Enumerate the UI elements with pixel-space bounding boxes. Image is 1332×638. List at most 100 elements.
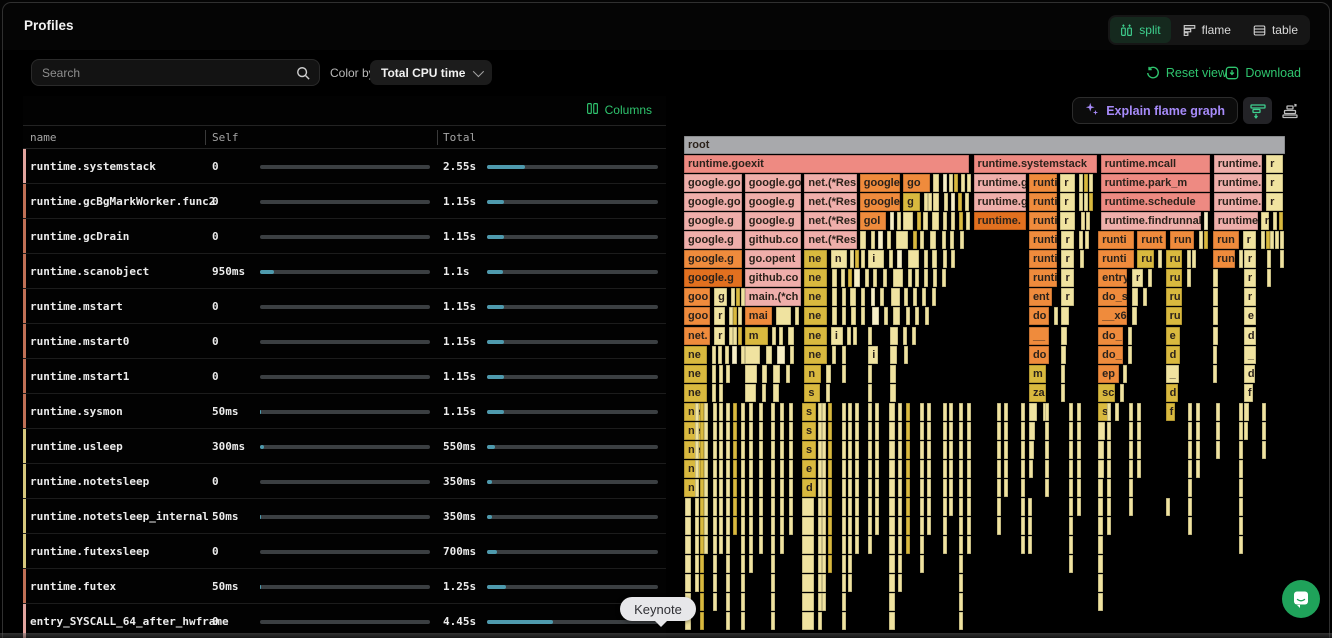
flame-cell[interactable] (890, 327, 898, 345)
flame-cell[interactable] (927, 460, 931, 478)
flame-cell[interactable] (700, 498, 704, 516)
flame-cell[interactable] (822, 460, 826, 478)
flame-cell[interactable] (780, 498, 784, 516)
flame-cell[interactable] (802, 536, 814, 554)
flame-cell[interactable] (927, 422, 931, 440)
flame-cell[interactable] (738, 307, 742, 325)
flame-cell-ne[interactable]: ne (804, 250, 827, 268)
flame-cell[interactable] (924, 269, 928, 287)
flame-cell[interactable] (958, 193, 962, 211)
table-row[interactable]: runtime.gcBgMarkWorker.func201.15s (23, 184, 666, 219)
flame-cell[interactable] (893, 269, 903, 287)
flame-cell[interactable] (842, 479, 846, 497)
flame-cell[interactable] (832, 269, 837, 287)
flame-cell[interactable] (700, 612, 704, 630)
flame-cell[interactable] (868, 327, 872, 345)
flame-cell[interactable] (704, 517, 708, 535)
flame-cell[interactable] (741, 517, 745, 535)
table-row[interactable]: runtime.mstart001.15s (23, 324, 666, 359)
flame-cell[interactable] (951, 250, 955, 268)
flame-cell[interactable] (1004, 422, 1008, 440)
flame-cell[interactable] (1021, 460, 1025, 478)
flame-cell[interactable] (713, 498, 717, 516)
flame-cell[interactable] (1029, 460, 1033, 478)
flame-cell[interactable] (726, 574, 730, 592)
flame-cell-do_[interactable]: do_ (1098, 346, 1123, 364)
flame-cell[interactable] (920, 555, 924, 573)
flame-cell[interactable] (842, 403, 846, 421)
flame-cell[interactable] (832, 346, 836, 364)
flame-cell[interactable] (1188, 441, 1192, 459)
flame-cell[interactable] (1267, 269, 1271, 287)
flame-cell[interactable] (726, 517, 730, 535)
flame-cell[interactable] (1077, 403, 1081, 421)
flame-cell[interactable] (749, 441, 753, 459)
flame-cell[interactable] (771, 555, 775, 573)
flame-cell[interactable] (906, 517, 910, 535)
flame-cell-runti[interactable]: runti (1098, 250, 1134, 268)
flame-cell[interactable] (700, 422, 704, 440)
flame-cell[interactable] (908, 250, 919, 268)
flame-cell[interactable] (719, 441, 723, 459)
flame-cell[interactable] (906, 441, 910, 459)
flame-cell[interactable] (719, 365, 723, 383)
flame-cell[interactable] (1213, 365, 1217, 383)
flame-cell[interactable] (904, 288, 908, 306)
flame-cell-r[interactable]: r (1261, 212, 1269, 230)
flame-cell-google.g[interactable]: google.g (684, 231, 742, 249)
flame-cell[interactable] (828, 441, 832, 459)
flame-cell[interactable] (771, 612, 775, 630)
flame-cell[interactable] (719, 479, 723, 497)
flame-cell[interactable] (959, 441, 963, 459)
flame-cell-net.(*Res[interactable]: net.(*Res (804, 212, 856, 230)
flame-cell[interactable] (1196, 460, 1200, 478)
flame-cell-r[interactable]: r (1266, 193, 1283, 211)
flame-cell[interactable] (1069, 498, 1073, 516)
flame-cell[interactable] (1069, 555, 1073, 573)
flame-cell[interactable] (1077, 460, 1081, 478)
flame-cell[interactable] (789, 498, 793, 516)
flame-cell[interactable] (818, 460, 822, 478)
flame-cell-runtime.park_m[interactable]: runtime.park_m (1101, 174, 1211, 192)
flame-cell-e[interactable]: e (1166, 327, 1180, 345)
flame-cell[interactable] (906, 479, 910, 497)
flame-cell[interactable] (848, 555, 852, 573)
flame-cell[interactable] (943, 403, 947, 421)
flame-cell[interactable] (736, 288, 740, 306)
flame-cell[interactable] (950, 231, 954, 249)
flame-cell[interactable] (855, 250, 859, 268)
flame-cell[interactable] (875, 460, 879, 478)
flame-cell-m[interactable]: m (745, 327, 768, 345)
flame-cell[interactable] (802, 498, 814, 516)
flame-cell[interactable] (1213, 307, 1218, 325)
flame-cell-ne[interactable]: ne (804, 288, 827, 306)
flame-cell-r[interactable]: r (1266, 155, 1283, 173)
flame-cell[interactable] (1128, 346, 1132, 364)
flame-cell[interactable] (726, 479, 730, 497)
flame-cell[interactable] (759, 517, 763, 535)
flame-cell[interactable] (726, 441, 730, 459)
flame-cell[interactable] (868, 460, 872, 478)
flame-cell[interactable] (967, 441, 971, 459)
flame-cell[interactable] (903, 327, 907, 345)
flame-cell[interactable] (741, 612, 745, 630)
flame-view-toggle[interactable] (1275, 97, 1304, 124)
flame-cell[interactable] (731, 288, 735, 306)
flame-cell[interactable] (1239, 403, 1243, 421)
flame-cell[interactable] (850, 288, 856, 306)
flame-cell-i[interactable]: i (868, 250, 884, 268)
flame-cell[interactable] (1069, 536, 1073, 554)
flame-cell[interactable] (1129, 498, 1133, 516)
flame-cell[interactable] (822, 555, 826, 573)
flame-cell[interactable] (1086, 212, 1090, 230)
flame-cell-r[interactable]: r (1060, 174, 1075, 192)
flame-cell[interactable] (762, 384, 766, 402)
flame-cell[interactable] (749, 555, 753, 573)
flame-cell[interactable] (959, 593, 963, 611)
flame-cell[interactable] (842, 346, 846, 364)
flame-cell[interactable] (1213, 269, 1218, 287)
flame-cell[interactable] (786, 365, 790, 383)
flame-cell[interactable] (920, 479, 924, 497)
flame-cell[interactable] (1187, 269, 1191, 287)
flame-cell[interactable] (898, 555, 902, 573)
